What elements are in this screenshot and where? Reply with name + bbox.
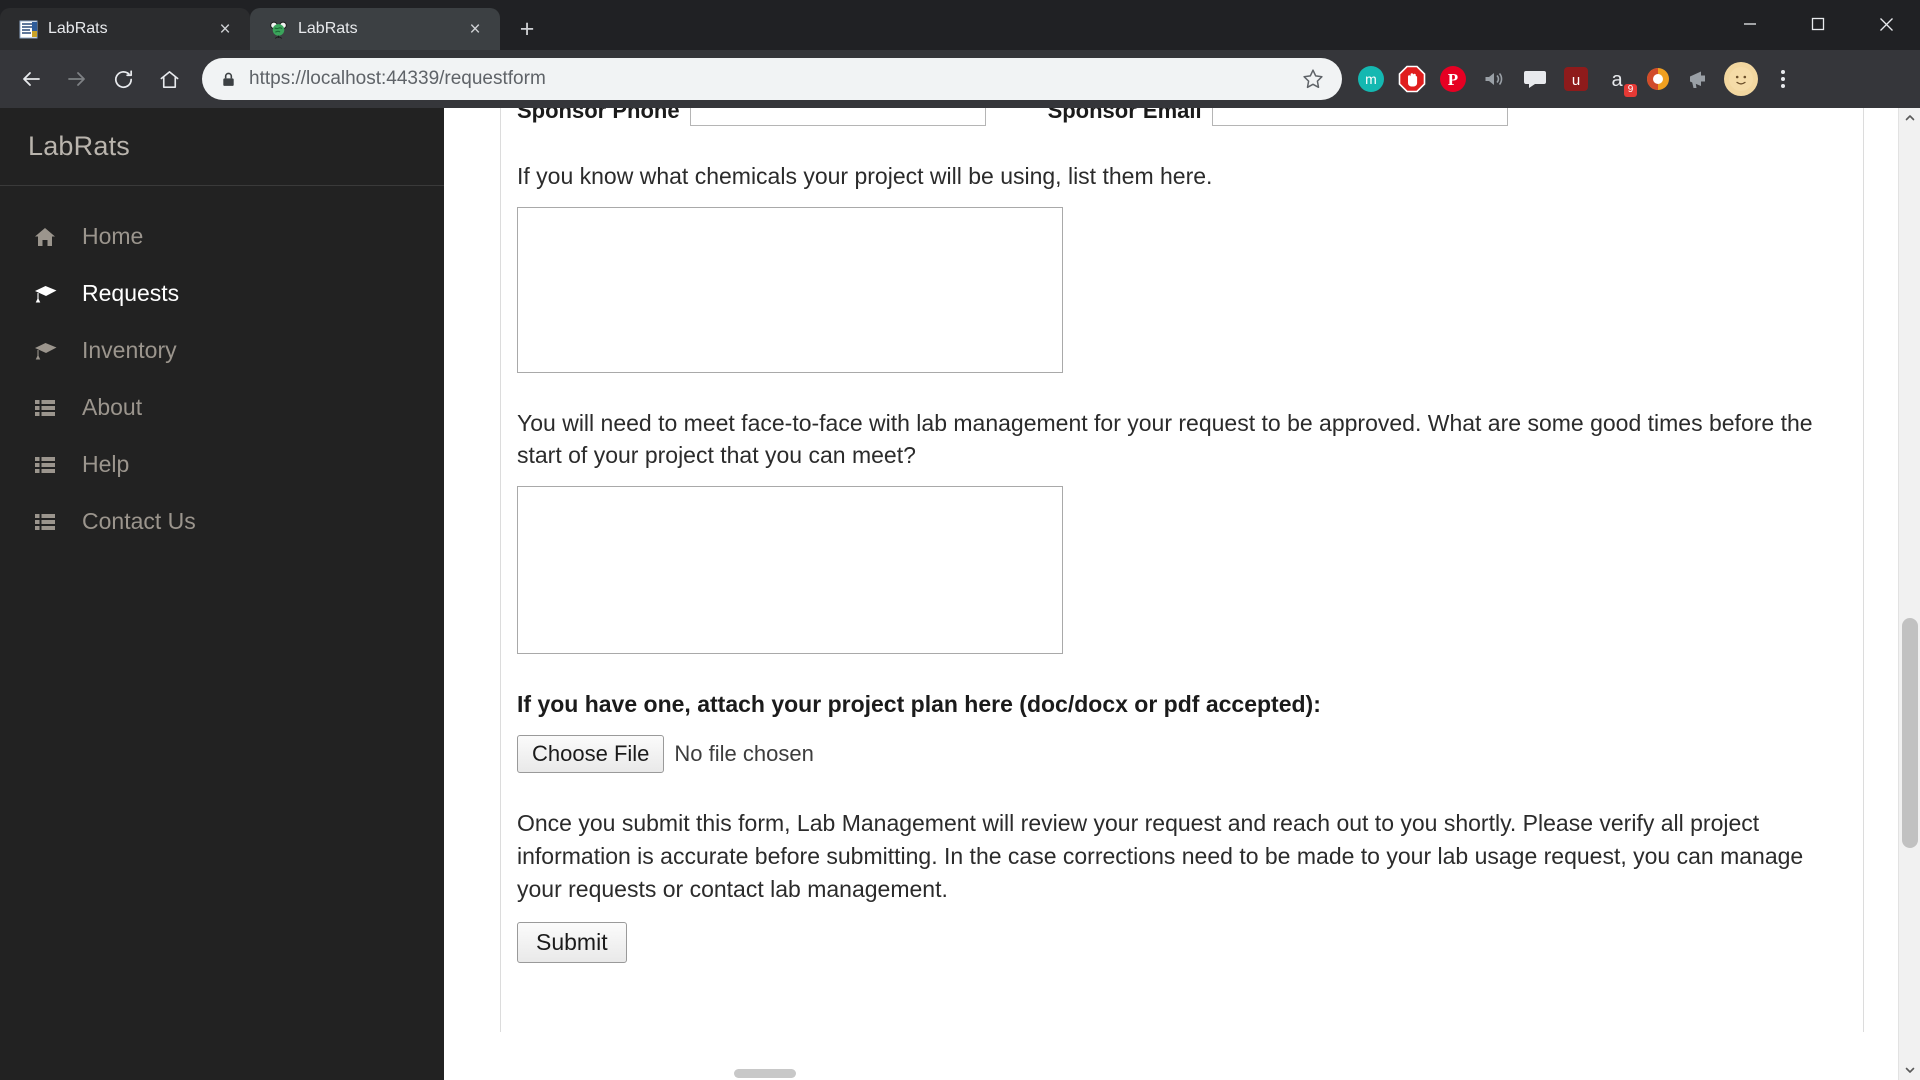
browser-tab-2-close-icon[interactable]: × (464, 18, 486, 40)
page-content: Sponsor Phone Sponsor Email If you know … (444, 108, 1920, 1080)
tab-strip: LabRats × LabRats × + (0, 0, 1920, 50)
url-full: https://localhost:44339/requestform (249, 68, 546, 89)
list-icon (32, 395, 58, 421)
file-upload-row: Choose File No file chosen (517, 734, 1845, 773)
browser-toolbar: https://localhost:44339/requestform m P (0, 50, 1920, 108)
ublock-extension-icon[interactable]: u (1561, 64, 1591, 94)
graduation-cap-icon (32, 281, 58, 307)
sponsor-contact-row: Sponsor Phone Sponsor Email (517, 108, 1845, 126)
sponsor-phone-label: Sponsor Phone (517, 108, 680, 123)
attach-project-plan-label: If you have one, attach your project pla… (517, 690, 1321, 717)
chat-extension-icon[interactable] (1520, 64, 1550, 94)
sidebar-item-contact-us[interactable]: Contact Us (0, 493, 444, 550)
sponsor-email-label: Sponsor Email (1047, 108, 1202, 123)
amazon-extension-icon[interactable]: a 9 (1602, 64, 1637, 97)
window-controls (1716, 0, 1920, 48)
svg-text:u: u (1572, 72, 1580, 89)
choose-file-button[interactable]: Choose File (517, 734, 665, 773)
sidebar-item-inventory[interactable]: Inventory (0, 322, 444, 379)
sidebar-item-label: Inventory (82, 337, 177, 363)
browser-tab-2[interactable]: LabRats × (250, 8, 500, 50)
adblock-extension-icon[interactable] (1397, 64, 1427, 94)
url-text: https://localhost:44339/requestform (249, 68, 1286, 90)
home-icon (32, 224, 58, 250)
scroll-up-arrow-icon[interactable] (1899, 108, 1920, 128)
extension-icons: m P u a 9 (1356, 64, 1714, 97)
request-form: Sponsor Phone Sponsor Email If you know … (501, 108, 1863, 963)
graduation-cap-icon (32, 338, 58, 364)
svg-text:a: a (1611, 69, 1623, 91)
list-icon (32, 452, 58, 478)
page-viewport: LabRats Home Requests Inventory About He… (0, 108, 1920, 1080)
app-sidebar: LabRats Home Requests Inventory About He… (0, 108, 444, 1080)
maximize-button[interactable] (1784, 0, 1852, 48)
svg-text:P: P (1448, 70, 1458, 89)
forward-arrow-icon[interactable] (56, 58, 98, 100)
chemicals-question-label: If you know what chemicals your project … (517, 163, 1213, 189)
browser-tab-2-title: LabRats (298, 20, 358, 37)
vertical-scrollbar[interactable] (1898, 108, 1920, 1080)
sidebar-nav-list: Home Requests Inventory About Help Conta… (0, 186, 444, 550)
reload-icon[interactable] (102, 58, 144, 100)
close-window-button[interactable] (1852, 0, 1920, 48)
sponsor-email-input[interactable] (1211, 108, 1508, 126)
sidebar-item-about[interactable]: About (0, 379, 444, 436)
submission-notice-text: Once you submit this form, Lab Managemen… (517, 809, 1804, 902)
list-icon (32, 509, 58, 535)
sidebar-item-requests[interactable]: Requests (0, 265, 444, 322)
chemicals-textarea[interactable] (517, 206, 1063, 373)
vertical-scrollbar-track[interactable] (1899, 128, 1920, 1060)
request-form-container: Sponsor Phone Sponsor Email If you know … (500, 108, 1864, 1032)
browser-tab-1-title: LabRats (48, 20, 108, 37)
sidebar-item-label: Requests (82, 280, 180, 306)
minimize-button[interactable] (1716, 0, 1784, 48)
amazon-extension-badge: 9 (1624, 84, 1637, 97)
rat-globe-favicon (268, 19, 288, 39)
browser-tab-1-close-icon[interactable]: × (214, 18, 236, 40)
horizontal-scrollbar-thumb[interactable] (734, 1069, 796, 1078)
submit-button[interactable]: Submit (517, 921, 627, 963)
scroll-down-arrow-icon[interactable] (1899, 1060, 1920, 1080)
sidebar-item-label: Contact Us (82, 508, 196, 534)
megaphone-extension-icon[interactable] (1684, 64, 1714, 94)
meeting-times-textarea[interactable] (517, 485, 1063, 654)
sidebar-item-label: Help (82, 451, 130, 477)
vertical-scrollbar-thumb[interactable] (1901, 618, 1918, 848)
new-tab-button[interactable]: + (508, 10, 546, 48)
volume-extension-icon[interactable] (1479, 64, 1509, 94)
sponsor-phone-input[interactable] (689, 108, 986, 126)
star-icon[interactable] (1298, 64, 1328, 94)
svg-text:m: m (1365, 71, 1377, 87)
grammar-extension-icon[interactable] (1643, 64, 1673, 94)
horizontal-scrollbar[interactable] (444, 1066, 1898, 1080)
browser-tab-1[interactable]: LabRats × (0, 8, 250, 50)
sidebar-item-help[interactable]: Help (0, 436, 444, 493)
user-avatar[interactable] (1724, 62, 1758, 96)
pinterest-extension-icon[interactable]: P (1438, 64, 1468, 94)
app-brand[interactable]: LabRats (0, 108, 444, 186)
mastodon-extension-icon[interactable]: m (1356, 64, 1386, 94)
sidebar-item-label: About (82, 394, 143, 420)
address-bar[interactable]: https://localhost:44339/requestform (202, 58, 1342, 100)
file-status-text: No file chosen (674, 740, 814, 766)
document-favicon (18, 19, 38, 39)
home-icon[interactable] (148, 58, 190, 100)
sidebar-item-label: Home (82, 223, 144, 249)
browser-window: LabRats × LabRats × + https://localhost:… (0, 0, 1920, 1080)
lock-icon (220, 71, 237, 88)
back-arrow-icon[interactable] (10, 58, 52, 100)
meeting-question-label: You will need to meet face-to-face with … (517, 409, 1813, 469)
three-dot-menu-icon[interactable] (1768, 70, 1798, 88)
sidebar-item-home[interactable]: Home (0, 208, 444, 265)
